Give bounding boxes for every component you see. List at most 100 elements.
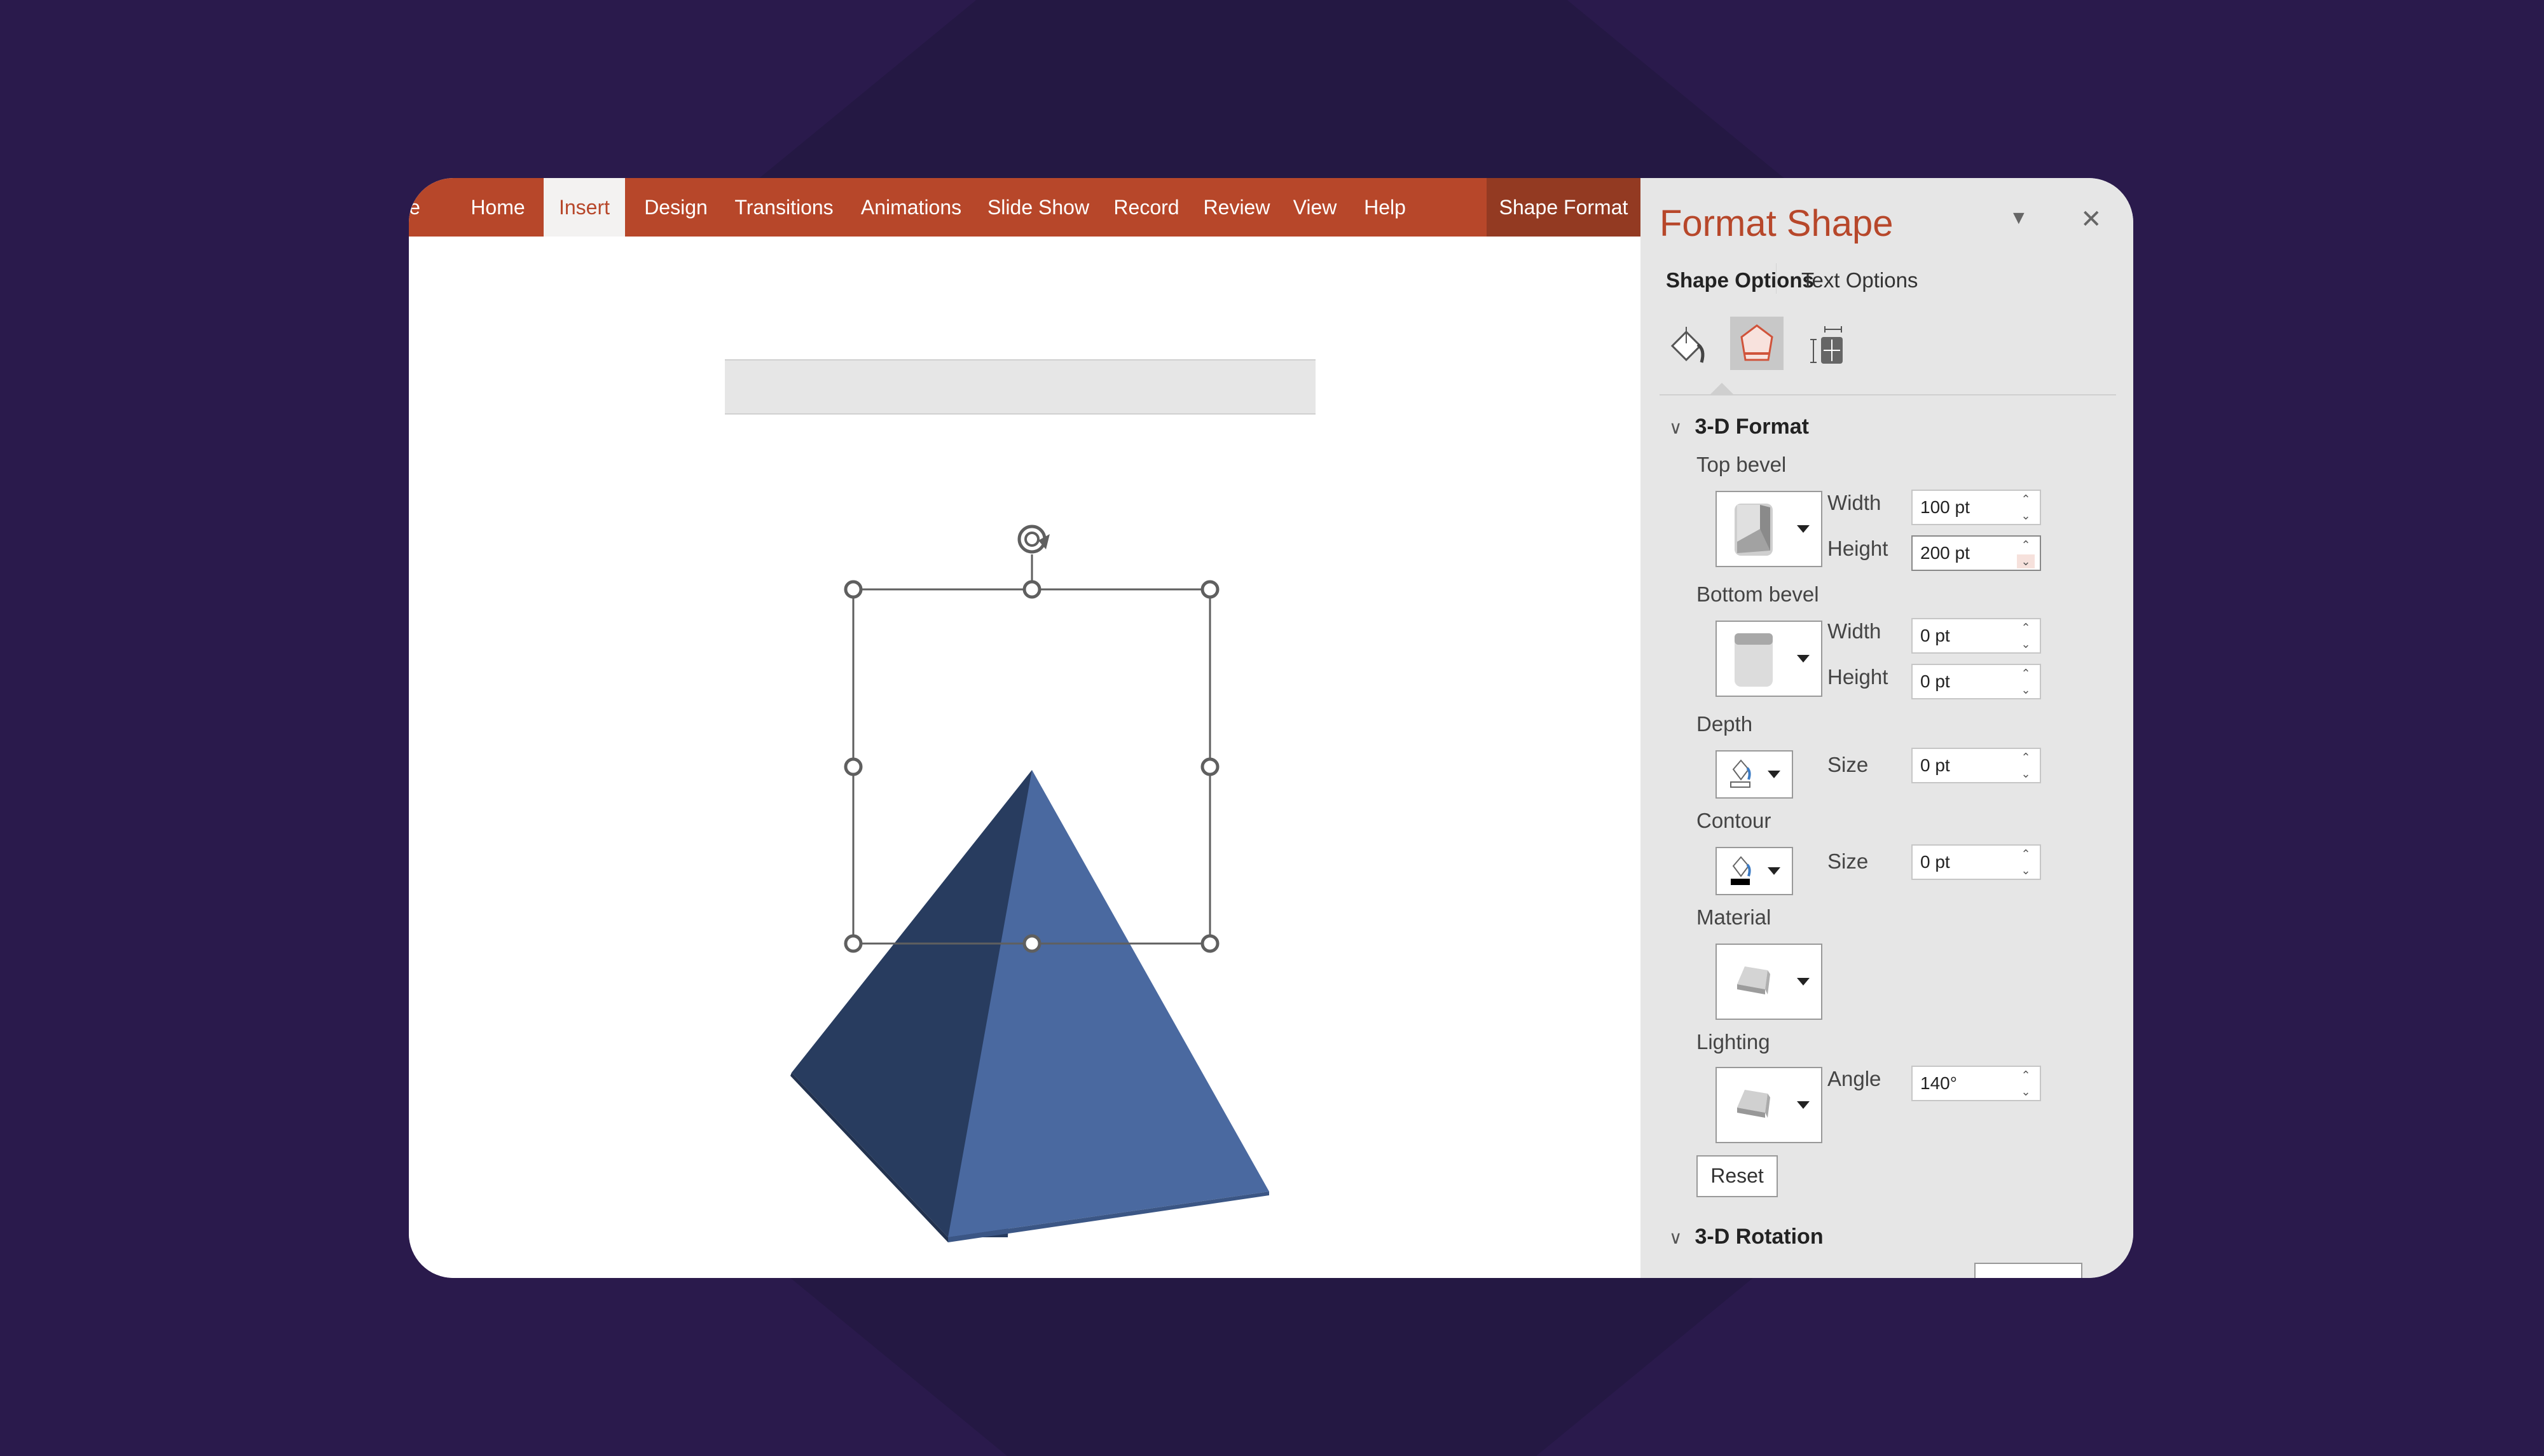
fill-line-button[interactable] <box>1660 317 1713 370</box>
resize-handle-bottom[interactable] <box>1022 934 1042 953</box>
tab-review[interactable]: Review <box>1197 178 1276 237</box>
tab-shape-format[interactable]: Shape Format <box>1487 178 1640 237</box>
top-bevel-height-spinner[interactable]: ⌃ ⌄ <box>1911 535 2041 571</box>
lighting-label: Lighting <box>1696 1030 1770 1054</box>
section-3d-format-header[interactable]: ∨ 3-D Format <box>1669 415 1809 439</box>
rotation-handle[interactable] <box>1017 525 1050 554</box>
lighting-angle-spinner[interactable]: ⌃ ⌄ <box>1911 1066 2041 1101</box>
pane-title: Format Shape <box>1660 203 1894 244</box>
tab-view[interactable]: View <box>1286 178 1344 237</box>
tab-text-options[interactable]: Text Options <box>1801 268 1918 292</box>
section-3d-rotation-header[interactable]: ∨ 3-D Rotation <box>1669 1225 1824 1249</box>
rotation-preset-partial[interactable] <box>1974 1263 2082 1278</box>
spin-down-icon[interactable]: ⌄ <box>2017 683 2035 697</box>
spin-up-icon[interactable]: ⌃ <box>2017 621 2035 635</box>
spin-down-icon[interactable]: ⌄ <box>2017 509 2035 523</box>
bottom-bevel-width-label: Width <box>1827 619 1881 643</box>
dropdown-arrow-icon <box>1797 655 1810 663</box>
depth-fill-color-icon <box>1730 759 1751 788</box>
resize-handle-bottom-left[interactable] <box>844 934 863 953</box>
ribbon-tab-bar: e Home Insert Design Transitions Animati… <box>409 178 1640 237</box>
depth-size-label: Size <box>1827 753 1869 776</box>
slide-shapes <box>790 525 1269 1242</box>
tab-animations[interactable]: Animations <box>854 178 968 237</box>
contour-size-input[interactable] <box>1920 846 2009 879</box>
tab-separator <box>1776 263 1777 294</box>
resize-handle-top-left[interactable] <box>844 580 863 599</box>
contour-size-spinner[interactable]: ⌃ ⌄ <box>1911 844 2041 880</box>
active-category-pointer <box>1710 383 1733 394</box>
effects-button[interactable] <box>1730 317 1784 370</box>
pentagon-effects-icon <box>1740 324 1773 361</box>
dropdown-arrow-icon <box>1768 771 1780 778</box>
spin-down-icon[interactable]: ⌄ <box>2017 554 2035 568</box>
top-bevel-width-label: Width <box>1827 491 1881 514</box>
depth-color-dropdown[interactable] <box>1715 750 1793 799</box>
pane-close-button[interactable]: ✕ <box>2080 205 2102 234</box>
spin-up-icon[interactable]: ⌃ <box>2017 1068 2035 1082</box>
size-properties-button[interactable] <box>1801 317 1854 370</box>
bottom-bevel-width-input[interactable] <box>1920 619 2009 652</box>
tab-slide-show[interactable]: Slide Show <box>981 178 1096 237</box>
tab-home[interactable]: Home <box>466 178 530 237</box>
tab-shape-options[interactable]: Shape Options <box>1666 268 1814 292</box>
chevron-down-icon: ∨ <box>1669 1228 1682 1247</box>
top-bevel-preview-icon <box>1735 504 1773 556</box>
contour-fill-color-icon <box>1731 856 1751 885</box>
top-bevel-width-spinner[interactable]: ⌃ ⌄ <box>1911 490 2041 525</box>
top-bevel-label: Top bevel <box>1696 453 1787 476</box>
spin-up-icon[interactable]: ⌃ <box>2017 666 2035 680</box>
depth-size-spinner[interactable]: ⌃ ⌄ <box>1911 748 2041 783</box>
section-3d-format-title: 3-D Format <box>1695 415 1809 439</box>
bottom-bevel-height-spinner[interactable]: ⌃ ⌄ <box>1911 664 2041 699</box>
tab-transitions[interactable]: Transitions <box>727 178 841 237</box>
chevron-down-icon: ∨ <box>1669 418 1682 437</box>
pane-options-dropdown[interactable]: ▼ <box>2009 207 2028 229</box>
top-bevel-width-input[interactable] <box>1920 491 2009 524</box>
section-3d-rotation-title: 3-D Rotation <box>1695 1225 1824 1249</box>
spin-up-icon[interactable]: ⌃ <box>2017 538 2035 552</box>
spin-down-icon[interactable]: ⌄ <box>2017 767 2035 781</box>
bottom-bevel-label: Bottom bevel <box>1696 582 1819 606</box>
material-dropdown[interactable] <box>1715 944 1822 1020</box>
resize-handle-top[interactable] <box>1022 580 1042 599</box>
resize-handle-left[interactable] <box>844 757 863 776</box>
spin-up-icon[interactable]: ⌃ <box>2017 847 2035 861</box>
slide-canvas[interactable] <box>409 237 1640 1278</box>
bottom-bevel-width-spinner[interactable]: ⌃ ⌄ <box>1911 618 2041 654</box>
top-bevel-height-input[interactable] <box>1920 537 2009 570</box>
lighting-angle-input[interactable] <box>1920 1067 2009 1100</box>
tab-file-partial[interactable]: e <box>409 178 424 237</box>
material-label: Material <box>1696 905 1771 929</box>
depth-label: Depth <box>1696 712 1753 736</box>
spin-down-icon[interactable]: ⌄ <box>2017 863 2035 877</box>
tab-insert[interactable]: Insert <box>544 178 625 237</box>
close-icon: ✕ <box>2080 205 2102 233</box>
spin-down-icon[interactable]: ⌄ <box>2017 637 2035 651</box>
depth-size-input[interactable] <box>1920 749 2009 782</box>
tab-help[interactable]: Help <box>1356 178 1413 237</box>
tab-design[interactable]: Design <box>638 178 714 237</box>
spin-up-icon[interactable]: ⌃ <box>2017 750 2035 764</box>
top-bevel-dropdown[interactable] <box>1715 491 1822 567</box>
top-bevel-height-label: Height <box>1827 537 1888 560</box>
bottom-bevel-dropdown[interactable] <box>1715 621 1822 697</box>
dropdown-arrow-icon <box>1797 1101 1810 1109</box>
pyramid-shape[interactable] <box>790 770 1269 1242</box>
resize-handle-bottom-right[interactable] <box>1200 934 1220 953</box>
resize-handle-top-right[interactable] <box>1200 580 1220 599</box>
lighting-dropdown[interactable] <box>1715 1067 1822 1143</box>
bottom-bevel-height-input[interactable] <box>1920 665 2009 698</box>
contour-color-dropdown[interactable] <box>1715 847 1793 895</box>
powerpoint-window: e Home Insert Design Transitions Animati… <box>409 178 2133 1278</box>
dropdown-arrow-icon <box>1797 978 1810 986</box>
dropdown-triangle-icon: ▼ <box>2009 207 2028 228</box>
bottom-bevel-preview-icon <box>1735 633 1773 687</box>
spin-down-icon[interactable]: ⌄ <box>2017 1085 2035 1099</box>
resize-handle-right[interactable] <box>1200 757 1220 776</box>
spin-up-icon[interactable]: ⌃ <box>2017 492 2035 506</box>
bottom-bevel-height-label: Height <box>1827 665 1888 689</box>
dropdown-arrow-icon <box>1768 867 1780 875</box>
tab-record[interactable]: Record <box>1108 178 1185 237</box>
reset-button[interactable]: Reset <box>1696 1155 1778 1197</box>
